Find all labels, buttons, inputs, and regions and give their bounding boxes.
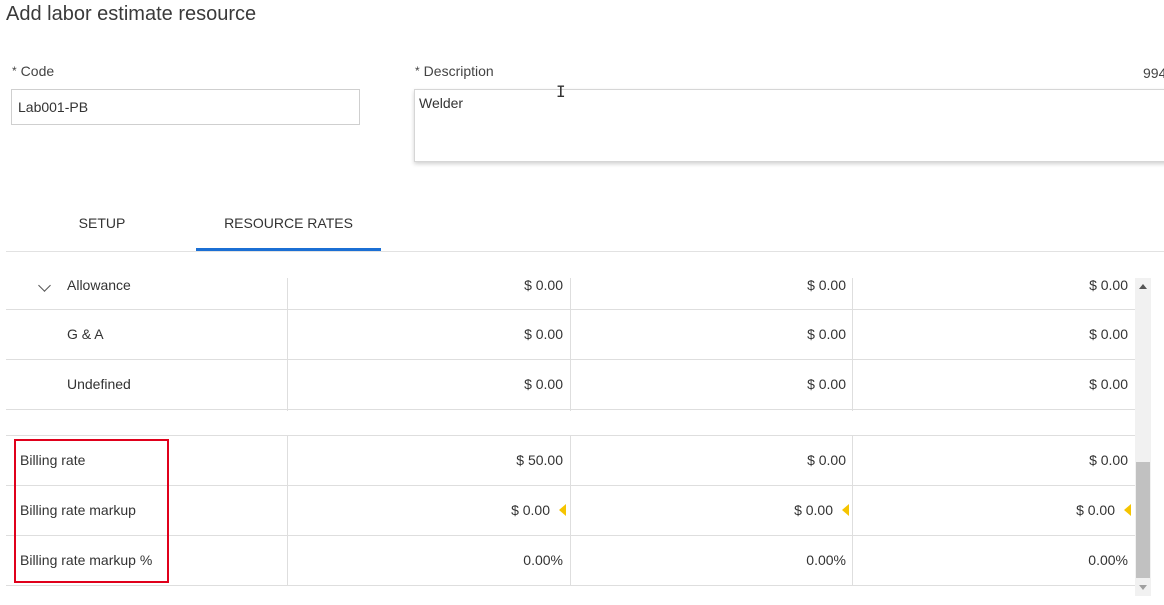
- description-label-text: Description: [423, 63, 494, 79]
- rate-value[interactable]: $ 0.00: [288, 260, 570, 309]
- text-cursor-icon: I: [556, 82, 566, 101]
- rate-value[interactable]: $ 50.00: [288, 436, 570, 485]
- character-counter: 994: [1143, 65, 1164, 81]
- code-label: * Code: [12, 63, 54, 79]
- table-row: Billing rate $ 50.00 $ 0.00 $ 0.00: [6, 436, 1135, 486]
- rate-value[interactable]: $ 0.00: [571, 360, 853, 409]
- warning-indicator-icon: [842, 504, 849, 517]
- warning-indicator-icon: [1124, 504, 1131, 517]
- code-label-text: Code: [20, 63, 55, 79]
- required-marker: *: [12, 64, 17, 78]
- rate-value[interactable]: $ 0.00: [853, 436, 1135, 485]
- page-title: Add labor estimate resource: [6, 3, 257, 25]
- rates-grid-billing: Billing rate $ 50.00 $ 0.00 $ 0.00 Billi…: [6, 435, 1135, 587]
- rate-value[interactable]: $ 0.00: [571, 436, 853, 485]
- scrollbar-thumb[interactable]: [1136, 462, 1150, 578]
- rates-grid-top: Allowance $ 0.00 $ 0.00 $ 0.00 G & A $ 0…: [6, 260, 1135, 411]
- tab-setup[interactable]: SETUP: [8, 208, 196, 252]
- scroll-down-icon[interactable]: [1139, 585, 1147, 590]
- rate-value[interactable]: $ 0.00: [511, 502, 550, 518]
- rate-value[interactable]: $ 0.00: [794, 502, 833, 518]
- rate-value[interactable]: 0.00%: [853, 536, 1135, 585]
- rate-value[interactable]: $ 0.00: [288, 360, 570, 409]
- rate-value[interactable]: $ 0.00: [571, 310, 853, 359]
- rate-value-cell[interactable]: $ 0.00: [853, 486, 1135, 535]
- rate-value[interactable]: $ 0.00: [1076, 502, 1115, 518]
- table-row: Billing rate markup $ 0.00 $ 0.00 $ 0.00: [6, 486, 1135, 536]
- warning-indicator-icon: [559, 504, 566, 517]
- table-row: Allowance $ 0.00 $ 0.00 $ 0.00: [6, 260, 1135, 310]
- billing-highlight-box: [14, 439, 169, 583]
- scroll-up-icon[interactable]: [1139, 284, 1147, 289]
- table-row: Undefined $ 0.00 $ 0.00 $ 0.00: [6, 360, 1135, 410]
- description-label: * Description: [415, 63, 494, 79]
- tabs-divider: [6, 251, 1164, 252]
- vertical-scrollbar[interactable]: [1135, 278, 1151, 596]
- table-row: Billing rate markup % 0.00% 0.00% 0.00%: [6, 536, 1135, 586]
- rate-value[interactable]: $ 0.00: [853, 260, 1135, 309]
- rate-value[interactable]: $ 0.00: [571, 260, 853, 309]
- tab-resource-rates[interactable]: RESOURCE RATES: [196, 208, 381, 252]
- rate-value[interactable]: 0.00%: [288, 536, 570, 585]
- description-textarea[interactable]: Welder: [414, 89, 1164, 162]
- rate-value[interactable]: $ 0.00: [288, 310, 570, 359]
- rate-value[interactable]: $ 0.00: [853, 310, 1135, 359]
- rate-value-cell[interactable]: $ 0.00: [571, 486, 853, 535]
- required-marker: *: [415, 64, 420, 78]
- rate-value[interactable]: $ 0.00: [853, 360, 1135, 409]
- code-input[interactable]: Lab001-PB: [11, 89, 360, 125]
- rate-value[interactable]: 0.00%: [571, 536, 853, 585]
- table-row: G & A $ 0.00 $ 0.00 $ 0.00: [6, 310, 1135, 360]
- rate-value-cell[interactable]: $ 0.00: [288, 486, 570, 535]
